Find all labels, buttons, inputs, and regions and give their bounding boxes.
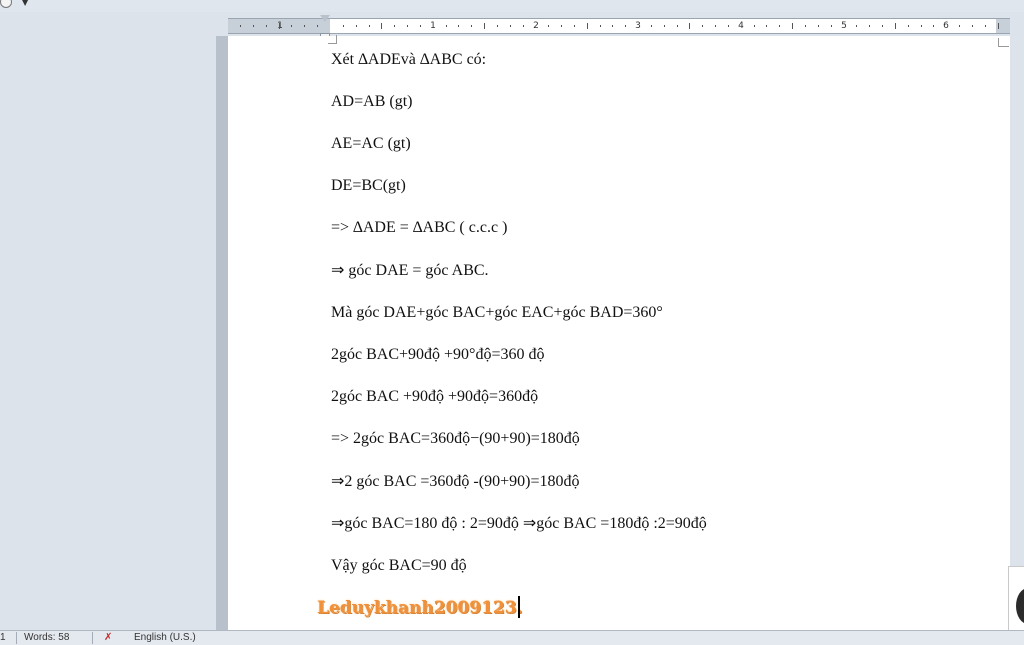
ruler-number: 4 <box>738 21 744 31</box>
ruler-tick <box>997 23 999 29</box>
ruler-tick <box>753 25 755 27</box>
ruler-tick <box>407 25 409 27</box>
ruler-tick <box>702 25 704 27</box>
document-line[interactable]: 2góc BAC +90độ +90độ=360độ <box>331 387 538 407</box>
ruler-tick <box>317 25 319 27</box>
ruler-tick <box>484 23 486 29</box>
ruler-tick <box>971 25 973 27</box>
ruler-tick <box>496 25 498 27</box>
ruler-tick <box>715 25 717 27</box>
ruler-tick <box>830 25 832 27</box>
ruler-tick <box>676 25 678 27</box>
ruler-tick <box>368 25 370 27</box>
ruler-tick <box>625 25 627 27</box>
title-strip: ▼ <box>0 0 1024 12</box>
document-line[interactable]: AE=AC (gt) <box>331 134 411 154</box>
margin-corner-mark <box>328 35 337 44</box>
document-line[interactable]: DE=BC(gt) <box>331 176 406 196</box>
ruler-tick <box>817 25 819 27</box>
ruler-number: 5 <box>841 21 847 31</box>
ruler-tick <box>561 25 563 27</box>
document-line[interactable]: ⇒2 góc BAC =360độ -(90+90)=180độ <box>331 472 579 492</box>
ruler-tick <box>509 25 511 27</box>
document-line[interactable]: ⇒ góc DAE = góc ABC. <box>331 261 489 281</box>
document-line[interactable]: 2góc BAC+90độ +90°độ=360 độ <box>331 345 544 365</box>
ruler-tick <box>573 25 575 27</box>
signature-text[interactable]: Leduykhanh2009123. <box>317 598 523 618</box>
ruler-tick <box>265 25 267 27</box>
ruler-tick <box>522 25 524 27</box>
ruler-number: 6 <box>943 21 949 31</box>
ruler-tick <box>355 25 357 27</box>
margin-corner-mark <box>998 38 1009 47</box>
ruler-tick <box>586 23 588 29</box>
first-line-indent-marker[interactable] <box>320 15 330 22</box>
ruler-tick <box>650 25 652 27</box>
ruler-tick <box>792 23 794 29</box>
document-line[interactable]: Mà góc DAE+góc BAC+góc EAC+góc BAD=360° <box>331 303 663 323</box>
ruler-tick <box>959 25 961 27</box>
ruler-tick <box>612 25 614 27</box>
document-line[interactable]: ⇒góc BAC=180 độ : 2=90độ ⇒góc BAC =180độ… <box>331 514 707 534</box>
vertical-ruler[interactable] <box>216 36 228 630</box>
ruler-tick <box>779 25 781 27</box>
ruler-tick <box>663 25 665 27</box>
ruler-tick <box>882 25 883 27</box>
status-divider <box>92 632 93 644</box>
document-page[interactable]: Xét ∆ADEvà ∆ABC có: AD=AB (gt) AE=AC (gt… <box>228 35 1010 630</box>
ruler-tick <box>804 25 806 27</box>
proofing-error-icon[interactable]: ✗ <box>104 632 112 643</box>
ruler-tick <box>381 23 383 29</box>
ruler-tick <box>291 25 293 27</box>
ruler-tick <box>471 25 473 27</box>
ruler-tick <box>304 25 306 27</box>
document-line[interactable]: => ∆ADE = ∆ABC ( c.c.c ) <box>331 218 507 238</box>
status-language[interactable]: English (U.S.) <box>134 633 196 643</box>
status-word-count[interactable]: Words: 58 <box>24 633 69 643</box>
ruler-tick <box>342 25 344 27</box>
left-workspace <box>0 36 216 630</box>
ruler-tick <box>252 25 254 27</box>
ruler-tick <box>548 25 550 27</box>
ruler-tick <box>920 25 922 27</box>
status-divider <box>16 632 17 644</box>
ruler-tick <box>394 25 396 27</box>
ruler-tick <box>419 25 421 27</box>
ruler-tick <box>278 23 280 29</box>
ruler-tick <box>445 25 447 27</box>
document-line[interactable]: AD=AB (gt) <box>331 92 412 112</box>
status-bar: 1 Words: 58 ✗ English (U.S.) <box>0 630 1024 645</box>
quick-access-icon[interactable] <box>0 0 12 8</box>
ruler-tick <box>933 25 935 27</box>
ruler-tick <box>894 23 896 29</box>
ruler-number: 3 <box>635 21 641 31</box>
document-line[interactable]: Xét ∆ADEvà ∆ABC có: <box>331 50 486 70</box>
ruler-tick <box>599 25 601 27</box>
document-line[interactable]: => 2góc BAC=360độ−(90+90)=180độ <box>331 429 580 449</box>
ruler-tick <box>727 25 729 27</box>
ruler-number: 2 <box>533 21 539 31</box>
ruler-tick <box>869 25 871 27</box>
ruler-tick <box>856 25 858 27</box>
text-cursor <box>518 596 520 618</box>
chevron-down-icon[interactable]: ▼ <box>22 0 28 7</box>
horizontal-ruler[interactable]: 1 1 2 3 4 5 6 <box>228 15 1010 43</box>
horizontal-ruler-area: 1 1 2 3 4 5 6 <box>0 12 1024 43</box>
ruler-tick <box>766 25 768 27</box>
right-workspace <box>1010 36 1024 630</box>
ruler-tick <box>240 25 242 27</box>
ruler-tick <box>458 25 460 27</box>
ruler-number: 1 <box>430 21 436 31</box>
document-line[interactable]: Vậy góc BAC=90 độ <box>331 556 467 576</box>
ruler-tick <box>984 25 986 27</box>
ruler-tick <box>907 25 909 27</box>
ruler-tick <box>689 23 691 29</box>
status-page[interactable]: 1 <box>0 633 6 643</box>
